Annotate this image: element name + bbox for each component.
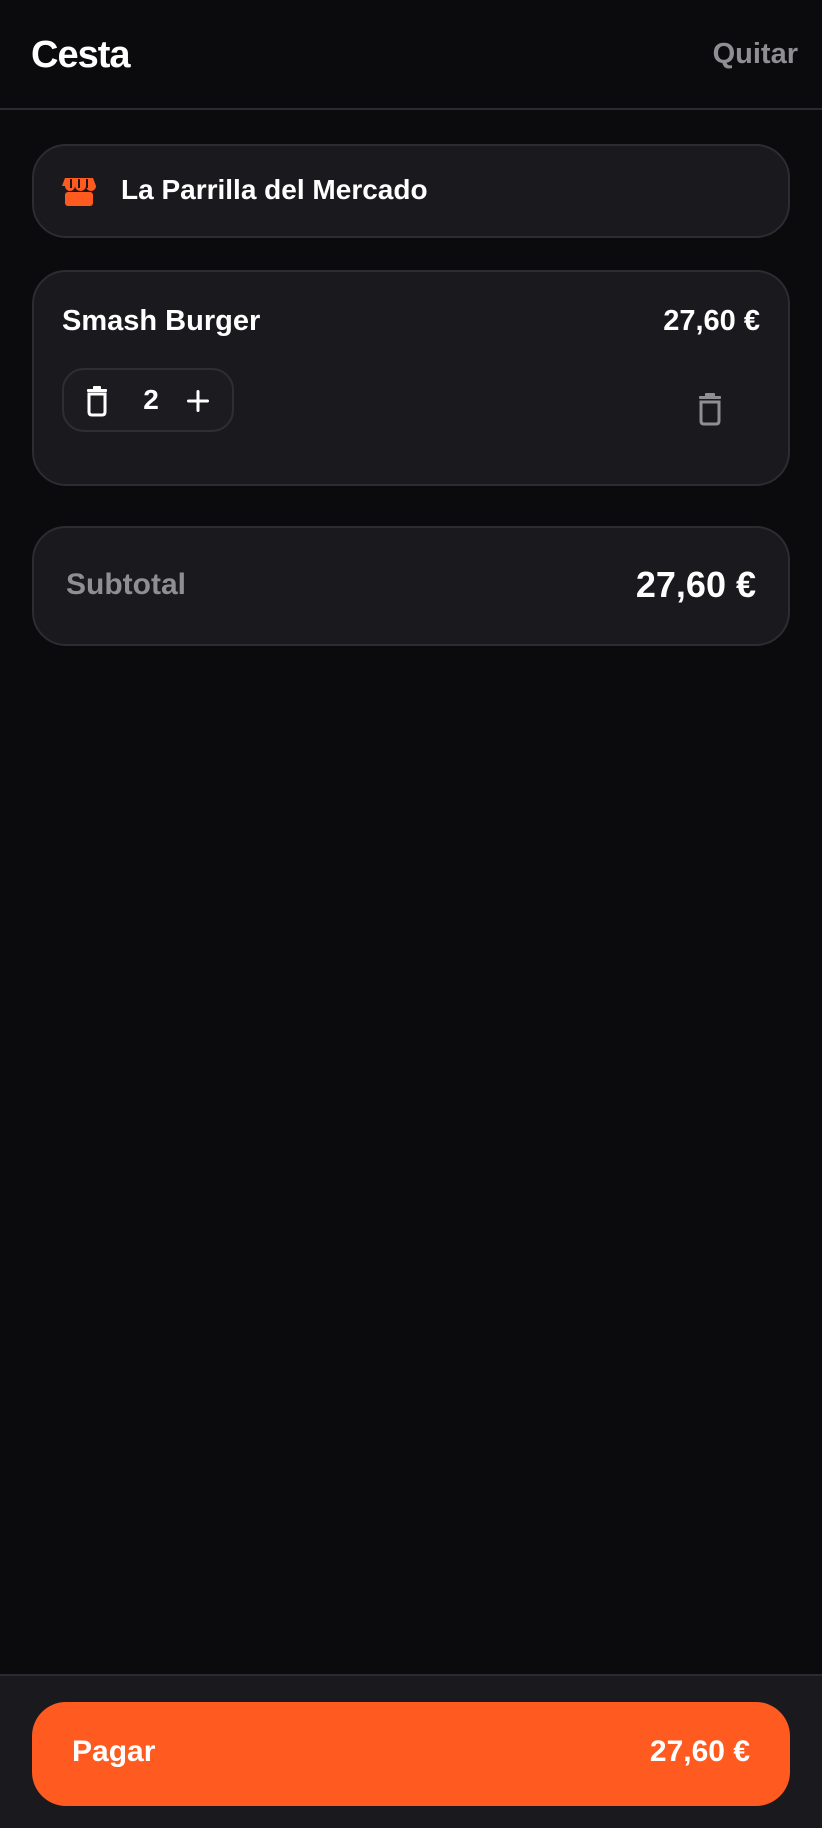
checkout-bar: Pagar 27,60 € <box>0 1674 822 1828</box>
trash-icon[interactable] <box>696 392 724 426</box>
subtotal-value: 27,60 € <box>635 564 756 605</box>
item-name: Smash Burger <box>62 305 261 337</box>
pay-label: Pagar <box>72 1735 156 1768</box>
cart-screen: Cesta Quitar La Parrilla del Mercado Sma… <box>0 0 822 1828</box>
restaurant-name: La Parrilla del Mercado <box>121 174 428 205</box>
pay-button[interactable]: Pagar 27,60 € <box>32 1702 790 1806</box>
page-title: Cesta <box>31 34 130 76</box>
quantity-stepper: 2 <box>62 368 234 432</box>
plus-icon[interactable] <box>182 385 214 417</box>
pay-amount: 27,60 € <box>649 1735 750 1768</box>
decrease-trash-icon[interactable] <box>82 385 112 417</box>
cart-item: Smash Burger 27,60 € 2 <box>32 270 790 486</box>
subtotal-label: Subtotal <box>66 568 186 601</box>
restaurant-card: La Parrilla del Mercado <box>32 144 790 238</box>
quit-button[interactable]: Quitar <box>713 38 798 71</box>
quantity-value: 2 <box>143 384 159 415</box>
subtotal-card: Subtotal 27,60 € <box>32 526 790 646</box>
item-price: 27,60 € <box>663 305 760 337</box>
store-icon <box>62 178 96 206</box>
header: Cesta Quitar <box>0 0 822 110</box>
